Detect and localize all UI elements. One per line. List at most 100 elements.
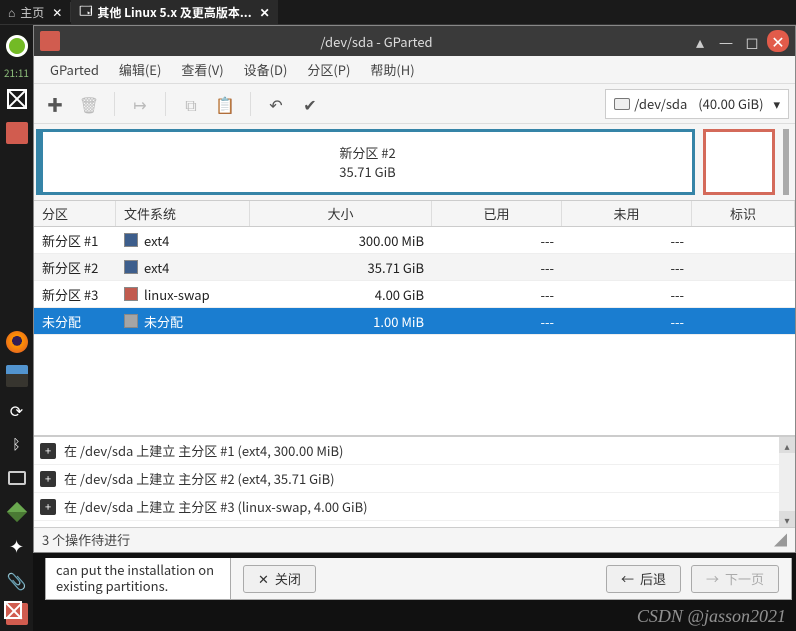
scroll-down[interactable]: ▾ bbox=[779, 511, 795, 527]
installer-bar: can put the installation on existing par… bbox=[45, 553, 792, 605]
fs-swatch bbox=[124, 233, 138, 247]
cell-size: 35.71 GiB bbox=[250, 258, 432, 277]
tab-vm[interactable]: 🗔 其他 Linux 5.x 及更高版本... ✕ bbox=[71, 0, 277, 24]
arrow-left-icon: ← bbox=[621, 569, 634, 588]
installer-note: can put the installation on existing par… bbox=[45, 558, 231, 600]
cell-filesystem: 未分配 bbox=[116, 312, 250, 331]
tab-vm-label: 其他 Linux 5.x 及更高版本... bbox=[97, 4, 251, 21]
maximize-button[interactable]: ◻ bbox=[741, 30, 763, 52]
scrollbar[interactable]: ▴ ▾ bbox=[779, 437, 795, 527]
titlebar: /dev/sda - GParted ▴ — ◻ ✕ bbox=[34, 26, 795, 56]
device-size: (40.00 GiB) bbox=[698, 94, 763, 113]
dock-attach[interactable]: 📎 bbox=[4, 567, 30, 593]
minimize-button[interactable]: — bbox=[715, 30, 737, 52]
menu-partition[interactable]: 分区(P) bbox=[297, 60, 360, 79]
dock-display[interactable] bbox=[4, 465, 30, 491]
disk-map-main-partition[interactable]: 新分区 #2 35.71 GiB bbox=[40, 129, 695, 195]
paste-button: 📋 bbox=[210, 89, 240, 119]
menu-device[interactable]: 设备(D) bbox=[234, 60, 298, 79]
device-selector[interactable]: /dev/sda (40.00 GiB) ▾ bbox=[605, 89, 789, 119]
resize-button: ↦ bbox=[125, 89, 155, 119]
scroll-up[interactable]: ▴ bbox=[779, 437, 795, 453]
back-button[interactable]: ←后退 bbox=[606, 565, 681, 593]
dock-firefox[interactable] bbox=[4, 329, 30, 355]
window-title: /dev/sda - GParted bbox=[68, 32, 685, 51]
cell-size: 4.00 GiB bbox=[250, 285, 432, 304]
home-icon: ⌂ bbox=[8, 4, 15, 21]
cell-partition: 新分区 #3 bbox=[34, 285, 116, 304]
dock-star[interactable]: ✦ bbox=[4, 533, 30, 559]
op-text: 在 /dev/sda 上建立 主分区 #3 (linux-swap, 4.00 … bbox=[64, 497, 368, 516]
op-text: 在 /dev/sda 上建立 主分区 #1 (ext4, 300.00 MiB) bbox=[64, 441, 343, 460]
x-icon: ✕ bbox=[258, 569, 269, 588]
table-row[interactable]: 新分区 #3linux-swap4.00 GiB------ bbox=[34, 281, 795, 308]
close-icon[interactable]: ✕ bbox=[52, 4, 62, 21]
map-part-size: 35.71 GiB bbox=[339, 162, 395, 181]
cell-partition: 未分配 bbox=[34, 312, 116, 331]
cell-filesystem: linux-swap bbox=[116, 285, 250, 304]
apply-button[interactable]: ✔ bbox=[295, 89, 325, 119]
resize-grip[interactable]: ◢ bbox=[774, 530, 787, 549]
menu-edit[interactable]: 编辑(E) bbox=[109, 60, 171, 79]
new-partition-button[interactable]: ✚ bbox=[40, 89, 70, 119]
keep-above-button[interactable]: ▴ bbox=[689, 30, 711, 52]
cell-size: 1.00 MiB bbox=[250, 312, 432, 331]
clock: 21:11 bbox=[4, 65, 29, 80]
cell-free: --- bbox=[562, 231, 692, 250]
table-row[interactable]: 新分区 #1ext4300.00 MiB------ bbox=[34, 227, 795, 254]
tab-home-label: 主页 bbox=[20, 4, 44, 21]
menu-help[interactable]: 帮助(H) bbox=[360, 60, 424, 79]
cell-used: --- bbox=[432, 258, 562, 277]
col-filesystem[interactable]: 文件系统 bbox=[116, 201, 250, 226]
dock-bluetooth[interactable]: ᛒ bbox=[4, 431, 30, 457]
toolbar: ✚ 🗑 ↦ ⧉ 📋 ↶ ✔ /dev/sda (40.00 GiB) ▾ bbox=[34, 84, 795, 124]
app-icon bbox=[40, 31, 60, 51]
status-text: 3 个操作待进行 bbox=[42, 530, 130, 549]
col-flags[interactable]: 标识 bbox=[692, 201, 795, 226]
copy-button: ⧉ bbox=[176, 89, 206, 119]
cell-used: --- bbox=[432, 312, 562, 331]
close-icon[interactable]: ✕ bbox=[260, 4, 270, 21]
disk-map-swap-partition[interactable] bbox=[703, 129, 775, 195]
undo-button[interactable]: ↶ bbox=[261, 89, 291, 119]
statusbar: 3 个操作待进行 ◢ bbox=[34, 527, 795, 551]
dock-files[interactable] bbox=[4, 363, 30, 389]
gparted-window: /dev/sda - GParted ▴ — ◻ ✕ GParted 编辑(E)… bbox=[33, 25, 796, 553]
dock: 21:11 ⟳ ᛒ ✦ 📎 bbox=[0, 25, 33, 631]
cell-used: --- bbox=[432, 231, 562, 250]
col-used[interactable]: 已用 bbox=[432, 201, 562, 226]
bottom-workspace-icon[interactable] bbox=[4, 601, 28, 625]
arrow-right-icon: → bbox=[706, 569, 719, 588]
tab-home[interactable]: ⌂ 主页 ✕ bbox=[0, 0, 70, 24]
dock-workspace[interactable] bbox=[4, 86, 30, 112]
menu-gparted[interactable]: GParted bbox=[40, 60, 109, 79]
col-free[interactable]: 未用 bbox=[562, 201, 692, 226]
col-size[interactable]: 大小 bbox=[250, 201, 432, 226]
fs-swatch bbox=[124, 314, 138, 328]
delete-button: 🗑 bbox=[74, 89, 104, 119]
cell-free: --- bbox=[562, 312, 692, 331]
hdd-icon bbox=[614, 98, 630, 110]
cell-free: --- bbox=[562, 258, 692, 277]
table-row[interactable]: 未分配未分配1.00 MiB------ bbox=[34, 308, 795, 335]
fs-swatch bbox=[124, 287, 138, 301]
close-button[interactable]: ✕ bbox=[767, 30, 789, 52]
pending-operations: + 在 /dev/sda 上建立 主分区 #1 (ext4, 300.00 MiB… bbox=[34, 435, 795, 527]
partition-table: 分区 文件系统 大小 已用 未用 标识 新分区 #1ext4300.00 MiB… bbox=[34, 200, 795, 435]
menu-view[interactable]: 查看(V) bbox=[171, 60, 233, 79]
dock-updates[interactable]: ⟳ bbox=[4, 397, 30, 423]
operation-row[interactable]: +在 /dev/sda 上建立 主分区 #3 (linux-swap, 4.00… bbox=[34, 493, 795, 521]
menubar: GParted 编辑(E) 查看(V) 设备(D) 分区(P) 帮助(H) bbox=[34, 56, 795, 84]
cell-partition: 新分区 #1 bbox=[34, 231, 116, 250]
operation-row[interactable]: + 在 /dev/sda 上建立 主分区 #1 (ext4, 300.00 MiB… bbox=[34, 437, 795, 465]
col-partition[interactable]: 分区 bbox=[34, 201, 116, 226]
add-icon: + bbox=[40, 443, 56, 459]
dock-logo[interactable] bbox=[4, 33, 30, 59]
dock-packages[interactable] bbox=[4, 499, 30, 525]
cell-partition: 新分区 #2 bbox=[34, 258, 116, 277]
dock-gparted[interactable] bbox=[4, 120, 30, 146]
table-row[interactable]: 新分区 #2ext435.71 GiB------ bbox=[34, 254, 795, 281]
disk-map-unallocated[interactable] bbox=[783, 129, 789, 195]
close-button[interactable]: ✕关闭 bbox=[243, 565, 316, 593]
operation-row[interactable]: +在 /dev/sda 上建立 主分区 #2 (ext4, 35.71 GiB) bbox=[34, 465, 795, 493]
